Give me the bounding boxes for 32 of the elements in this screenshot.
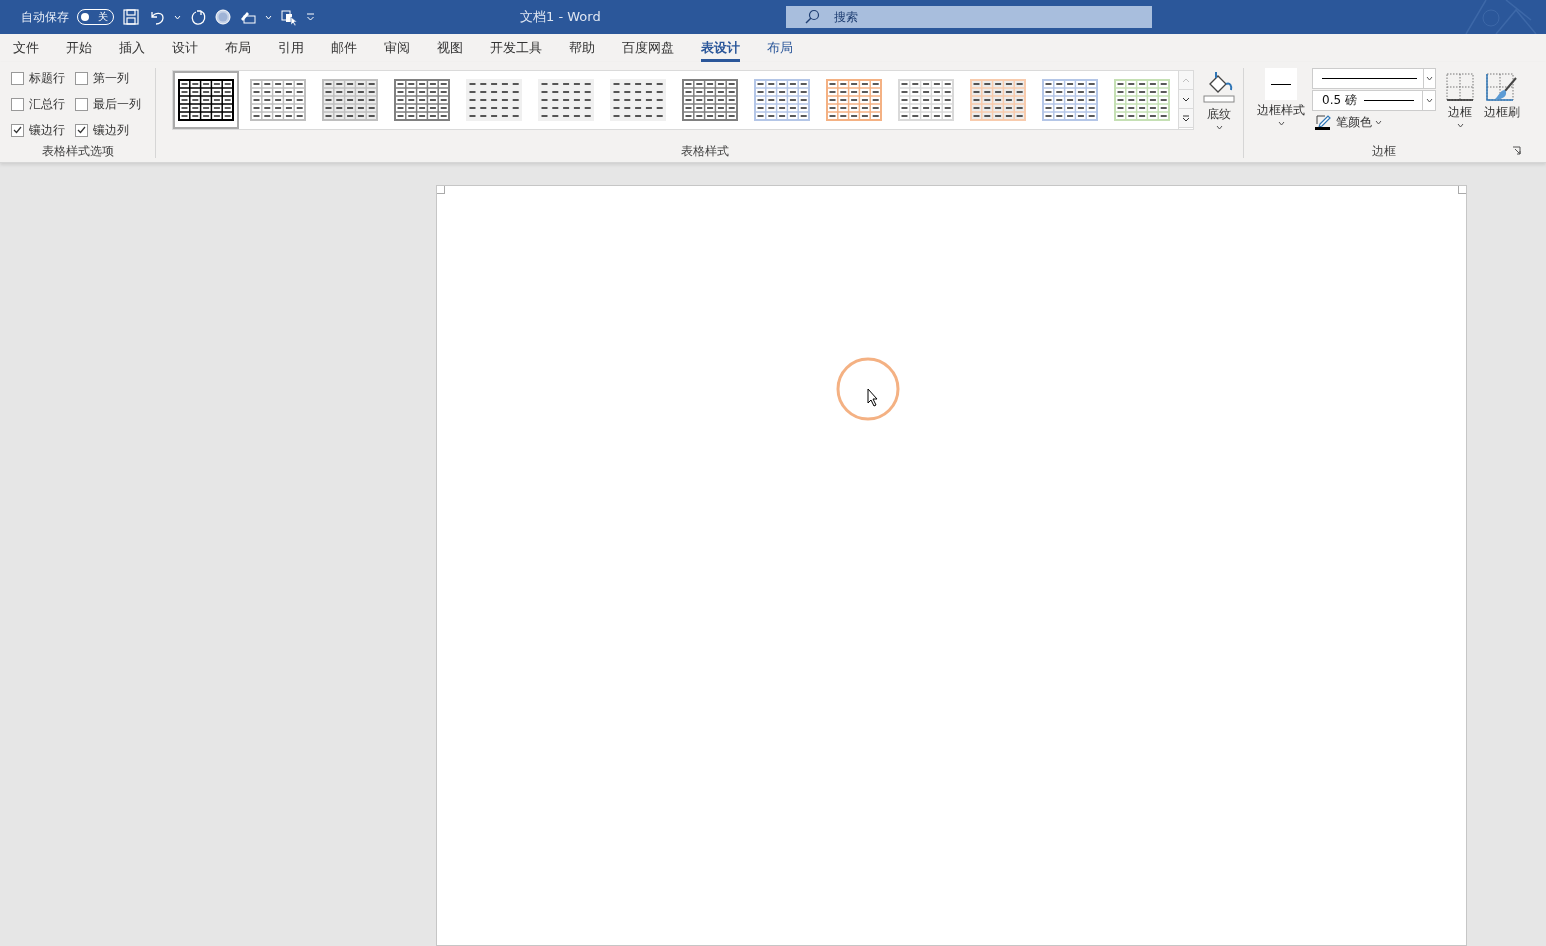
ribbon-tab[interactable]: 文件 bbox=[3, 34, 49, 62]
ribbon-tab[interactable]: 开发工具 bbox=[480, 34, 552, 62]
checkbox-label: 镶边行 bbox=[29, 121, 65, 139]
pen-color-button[interactable]: 笔颜色 bbox=[1312, 112, 1436, 132]
ribbon-tab[interactable]: 帮助 bbox=[559, 34, 605, 62]
border-styles-button[interactable]: 边框样式 bbox=[1256, 68, 1306, 142]
autosave-label: 自动保存 bbox=[21, 8, 69, 26]
ribbon-tab[interactable]: 表设计 bbox=[691, 34, 750, 62]
group-label: 边框 bbox=[1372, 143, 1396, 160]
checkbox-label: 标题行 bbox=[29, 69, 65, 87]
checkbox-label: 第一列 bbox=[93, 69, 129, 87]
ribbon-tab[interactable]: 布局 bbox=[215, 34, 261, 62]
ribbon-tab[interactable]: 邮件 bbox=[321, 34, 367, 62]
ribbon-tab[interactable]: 布局 bbox=[757, 34, 803, 62]
search-field[interactable]: 搜索 bbox=[786, 6, 1152, 28]
group-label: 表格样式 bbox=[680, 143, 729, 160]
checkbox-label: 最后一列 bbox=[93, 95, 141, 113]
borders-button[interactable]: 边框 bbox=[1442, 68, 1478, 142]
group-label: 表格样式选项 bbox=[41, 143, 114, 160]
border-painter-button[interactable]: 边框刷 bbox=[1484, 68, 1520, 142]
ribbon-tab[interactable]: 开始 bbox=[56, 34, 102, 62]
checkbox-label: 镶边列 bbox=[93, 121, 129, 139]
ribbon-tab[interactable]: 视图 bbox=[427, 34, 473, 62]
ribbon-tab[interactable]: 审阅 bbox=[374, 34, 420, 62]
ribbon-tab[interactable]: 引用 bbox=[268, 34, 314, 62]
window-title: 文档1 - Word bbox=[519, 8, 602, 26]
checkbox-label: 汇总行 bbox=[29, 95, 65, 113]
shading-button[interactable]: 底纹 bbox=[1201, 70, 1237, 142]
ribbon-tab[interactable]: 百度网盘 bbox=[612, 34, 684, 62]
pen-weight-dropdown[interactable]: 0.5 磅 bbox=[1312, 90, 1436, 111]
ribbon-tab[interactable]: 插入 bbox=[109, 34, 155, 62]
ribbon-tab[interactable]: 设计 bbox=[162, 34, 208, 62]
